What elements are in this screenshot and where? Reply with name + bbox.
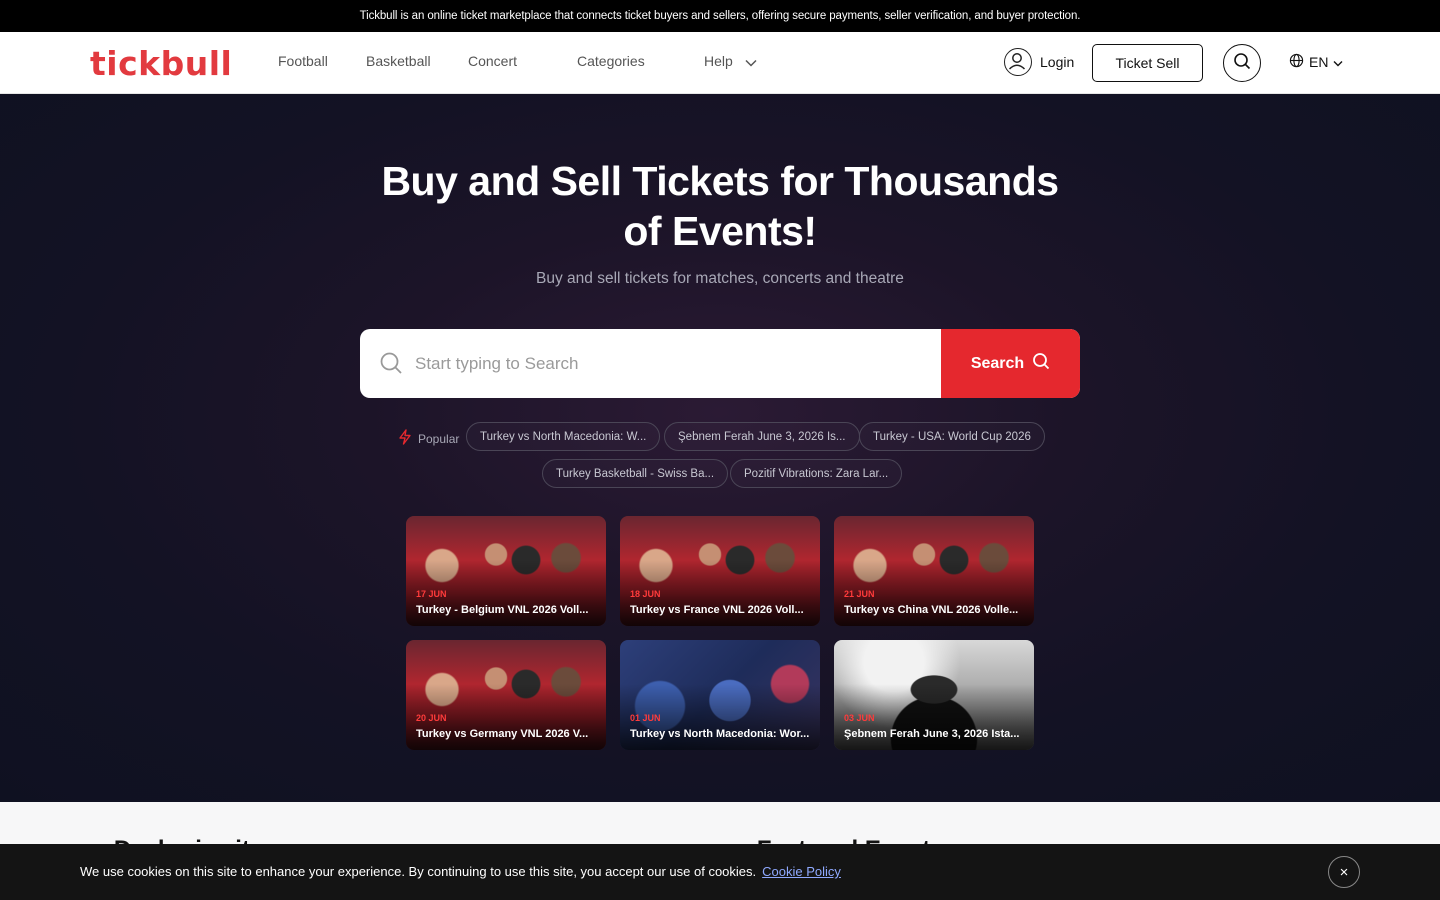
event-date: 18 JUN bbox=[630, 589, 661, 599]
nav-help-label: Help bbox=[704, 53, 733, 69]
chevron-down-icon bbox=[745, 54, 757, 70]
login-label: Login bbox=[1040, 54, 1075, 70]
close-icon[interactable]: × bbox=[1328, 856, 1360, 888]
globe-icon bbox=[1289, 53, 1304, 71]
language-selector[interactable]: EN bbox=[1289, 53, 1343, 71]
event-title: Şebnem Ferah June 3, 2026 Ista... bbox=[844, 728, 1020, 740]
nav-help[interactable]: Help bbox=[704, 53, 757, 70]
popular-chip[interactable]: Turkey Basketball - Swiss Ba... bbox=[542, 459, 729, 488]
nav-concert[interactable]: Concert bbox=[468, 53, 517, 69]
event-title: Turkey vs France VNL 2026 Voll... bbox=[630, 604, 804, 616]
event-card[interactable]: 03 JUN Şebnem Ferah June 3, 2026 Ista... bbox=[834, 640, 1034, 750]
event-card[interactable]: 01 JUN Turkey vs North Macedonia: Wor... bbox=[620, 640, 820, 750]
popular-chip[interactable]: Pozitif Vibrations: Zara Lar... bbox=[730, 459, 903, 488]
cookie-policy-link[interactable]: Cookie Policy bbox=[762, 864, 841, 879]
event-date: 20 JUN bbox=[416, 713, 447, 723]
event-card[interactable]: 17 JUN Turkey - Belgium VNL 2026 Voll... bbox=[406, 516, 606, 626]
event-date: 21 JUN bbox=[844, 589, 875, 599]
cookie-banner: We use cookies on this site to enhance y… bbox=[0, 844, 1440, 900]
event-title: Turkey vs Germany VNL 2026 V... bbox=[416, 728, 589, 740]
search-icon bbox=[1233, 52, 1251, 75]
search-icon bbox=[379, 351, 403, 380]
event-card[interactable]: 18 JUN Turkey vs France VNL 2026 Voll... bbox=[620, 516, 820, 626]
logo[interactable]: tickbull bbox=[90, 44, 232, 83]
event-date: 03 JUN bbox=[844, 713, 875, 723]
popular-chip[interactable]: Şebnem Ferah June 3, 2026 Is... bbox=[664, 422, 860, 451]
search-bar: Search bbox=[360, 329, 1080, 398]
nav-basketball[interactable]: Basketball bbox=[366, 53, 431, 69]
login-button[interactable]: Login bbox=[1004, 48, 1074, 76]
event-title: Turkey - Belgium VNL 2026 Voll... bbox=[416, 604, 589, 616]
event-date: 17 JUN bbox=[416, 589, 447, 599]
announcement-bar: Tickbull is an online ticket marketplace… bbox=[0, 0, 1440, 32]
nav-categories[interactable]: Categories bbox=[577, 53, 645, 69]
user-icon bbox=[1004, 48, 1032, 76]
popular-label: Popular bbox=[398, 429, 459, 448]
announcement-text: Tickbull is an online ticket marketplace… bbox=[359, 10, 1081, 22]
popular-chip[interactable]: Turkey vs North Macedonia: W... bbox=[466, 422, 661, 451]
search-button-label: Search bbox=[970, 354, 1025, 372]
search-input[interactable] bbox=[415, 329, 935, 398]
nav-football[interactable]: Football bbox=[278, 53, 328, 69]
header: tickbull Football Basketball Concert Cat… bbox=[0, 32, 1440, 94]
language-label: EN bbox=[1309, 54, 1329, 70]
event-card[interactable]: 20 JUN Turkey vs Germany VNL 2026 V... bbox=[406, 640, 606, 750]
hero-section: Buy and Sell Tickets for Thousands of Ev… bbox=[0, 94, 1440, 802]
popular-chip[interactable]: Turkey - USA: World Cup 2026 bbox=[859, 422, 1045, 451]
ticket-sell-button[interactable]: Ticket Sell bbox=[1092, 44, 1203, 82]
header-search-button[interactable] bbox=[1223, 44, 1261, 82]
event-title: Turkey vs North Macedonia: Wor... bbox=[630, 728, 810, 740]
cookie-message: We use cookies on this site to enhance y… bbox=[80, 864, 841, 879]
event-date: 01 JUN bbox=[630, 713, 661, 723]
search-button[interactable]: Search bbox=[941, 329, 1080, 398]
popular-label-text: Popular bbox=[418, 431, 460, 446]
chevron-down-icon bbox=[1333, 54, 1343, 70]
event-title: Turkey vs China VNL 2026 Volle... bbox=[844, 604, 1019, 616]
hero-title: Buy and Sell Tickets for Thousands of Ev… bbox=[381, 158, 1059, 254]
event-card[interactable]: 21 JUN Turkey vs China VNL 2026 Volle... bbox=[834, 516, 1034, 626]
cookie-text: We use cookies on this site to enhance y… bbox=[80, 864, 757, 879]
lightning-icon bbox=[398, 429, 412, 448]
search-icon bbox=[1032, 352, 1050, 375]
hero-subtitle: Buy and sell tickets for matches, concer… bbox=[536, 270, 904, 287]
